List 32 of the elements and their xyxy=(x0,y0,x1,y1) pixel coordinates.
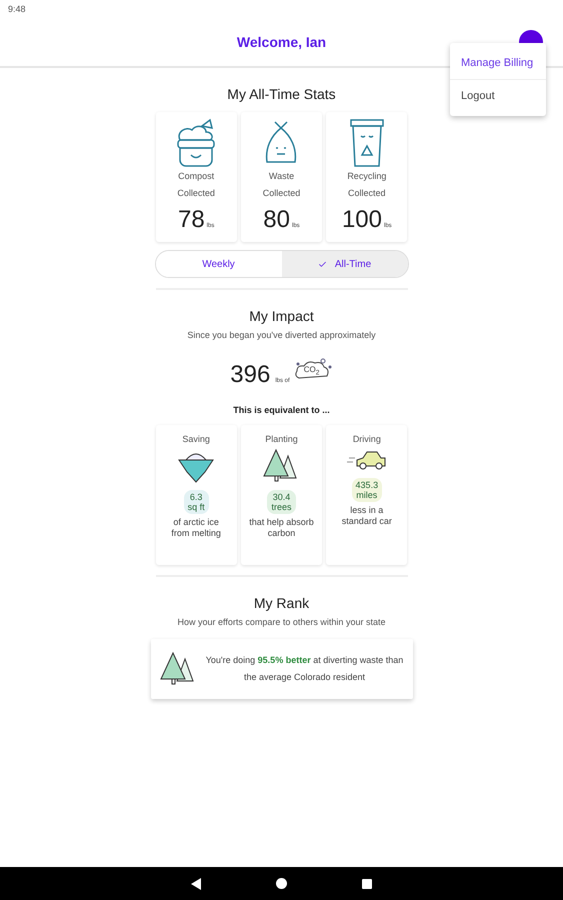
impact-caption: less in a standard car xyxy=(340,505,393,527)
stat-sublabel: Collected xyxy=(177,187,215,200)
equivalent-label: This is equivalent to ... xyxy=(233,405,330,415)
section-title: My Rank xyxy=(254,595,310,611)
rank-text: You're doing 95.5% better at diverting waste than the average Colorado resident xyxy=(204,654,404,684)
menu-item[interactable]: Logout xyxy=(450,80,546,112)
stat-label: Recycling xyxy=(347,170,386,183)
impact-heading: Saving xyxy=(182,433,210,446)
section-title: My All-Time Stats xyxy=(227,86,336,102)
stat-label: Waste xyxy=(268,170,294,183)
section-subtitle: Since you began you've diverted approximately xyxy=(187,330,376,340)
impact-caption: of arctic ice from melting xyxy=(170,517,222,539)
stat-sublabel: Collected xyxy=(348,187,386,200)
section-subtitle: How your efforts compare to others within your state xyxy=(178,617,386,627)
status-time: 9:48 xyxy=(8,4,26,14)
stat-label: Compost xyxy=(178,170,214,183)
impact-caption: that help absorb carbon xyxy=(248,517,315,539)
section-title: My Impact xyxy=(249,308,314,324)
impact-value: 396 xyxy=(230,361,270,389)
stat-value: 100 xyxy=(342,206,382,234)
amount-chip: 435.3 miles xyxy=(352,478,382,502)
impact-heading: Planting xyxy=(265,433,298,446)
menu-item[interactable]: Manage Billing xyxy=(450,47,546,80)
stat-value: 78 xyxy=(178,206,205,234)
period-tab[interactable]: All-Time xyxy=(282,251,408,277)
amount-chip: 6.3 sq ft xyxy=(184,490,209,514)
welcome-title: Welcome, Ian xyxy=(236,34,326,50)
stat-sublabel: Collected xyxy=(262,187,300,200)
impact-heading: Driving xyxy=(352,433,381,446)
stat-value: 80 xyxy=(263,206,290,234)
amount-chip: 30.4 trees xyxy=(267,490,296,514)
co2-label: CO$_{2}$ xyxy=(304,365,320,377)
